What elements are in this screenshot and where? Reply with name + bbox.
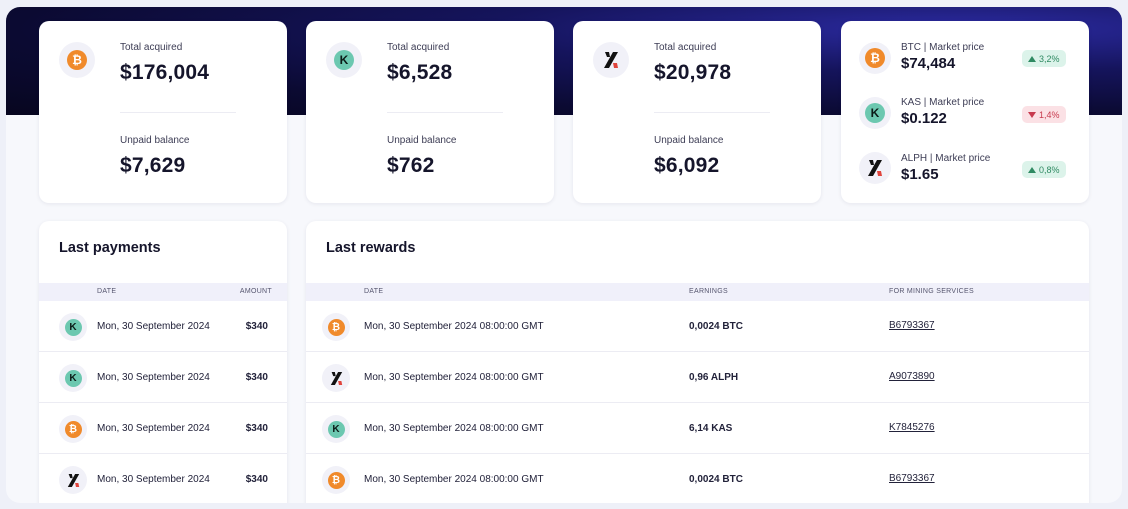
kas-change-badge: 1,4% — [1022, 106, 1066, 123]
reward-date: Mon, 30 September 2024 08:00:00 GMT — [364, 474, 544, 485]
unpaid-balance-value: $7,629 — [120, 154, 186, 177]
bitcoin-icon: ₿ — [59, 42, 95, 78]
kas-market-label: KAS | Market price — [901, 97, 985, 108]
kaspa-icon: K — [59, 313, 87, 341]
alephium-icon — [59, 466, 87, 494]
alephium-icon — [859, 152, 891, 184]
total-acquired-label: Total acquired — [120, 42, 183, 53]
table-row[interactable]: Mon, 30 September 2024 08:00:00 GMT 0,96… — [306, 352, 1089, 403]
reward-date: Mon, 30 September 2024 08:00:00 GMT — [364, 372, 544, 383]
last-rewards-panel: Last rewards DATE EARNINGS FOR MINING SE… — [306, 221, 1089, 503]
alph-change-value: 0,8% — [1039, 164, 1060, 175]
kaspa-icon: K — [59, 364, 87, 392]
arrow-up-icon — [1028, 55, 1036, 62]
table-row[interactable]: K Mon, 30 September 2024 $340 — [39, 352, 287, 403]
table-row[interactable]: ₿ Mon, 30 September 2024 08:00:00 GMT 0,… — [306, 454, 1089, 503]
stat-card-kas: K Total acquired $6,528 Unpaid balance $… — [306, 21, 554, 203]
table-row[interactable]: ₿ Mon, 30 September 2024 $340 — [39, 403, 287, 454]
alph-market-label: ALPH | Market price — [901, 153, 991, 164]
column-date: DATE — [97, 288, 117, 295]
payments-table-header: DATE AMOUNT — [39, 283, 287, 301]
total-acquired-value: $176,004 — [120, 61, 210, 84]
payment-amount: $340 — [245, 321, 268, 332]
bitcoin-icon: ₿ — [59, 415, 87, 443]
divider — [387, 112, 503, 113]
alephium-icon — [593, 42, 629, 78]
mining-service-link[interactable]: B6793367 — [889, 473, 935, 484]
payment-date: Mon, 30 September 2024 — [97, 321, 210, 332]
dashboard-frame: ₿ Total acquired $176,004 Unpaid balance… — [6, 7, 1122, 503]
table-row[interactable]: ₿ Mon, 30 September 2024 08:00:00 GMT 0,… — [306, 301, 1089, 352]
table-row[interactable]: K Mon, 30 September 2024 08:00:00 GMT 6,… — [306, 403, 1089, 454]
reward-earnings: 0,0024 BTC — [689, 474, 743, 485]
panel-title: Last payments — [59, 240, 161, 256]
payment-date: Mon, 30 September 2024 — [97, 372, 210, 383]
column-amount: AMOUNT — [239, 288, 272, 295]
divider — [654, 112, 770, 113]
payment-amount: $340 — [245, 423, 268, 434]
rewards-table-header: DATE EARNINGS FOR MINING SERVICES — [306, 283, 1089, 301]
payment-amount: $340 — [245, 474, 268, 485]
payment-date: Mon, 30 September 2024 — [97, 423, 210, 434]
kas-change-value: 1,4% — [1039, 109, 1060, 120]
reward-earnings: 0,96 ALPH — [689, 372, 739, 383]
table-row[interactable]: K Mon, 30 September 2024 $340 — [39, 301, 287, 352]
column-earnings: EARNINGS — [689, 288, 728, 295]
reward-date: Mon, 30 September 2024 08:00:00 GMT — [364, 423, 544, 434]
column-mining-services: FOR MINING SERVICES — [889, 288, 974, 295]
kaspa-icon: K — [322, 415, 350, 443]
btc-change-badge: 3,2% — [1022, 50, 1066, 67]
payment-date: Mon, 30 September 2024 — [97, 474, 210, 485]
divider — [120, 112, 236, 113]
unpaid-balance-value: $762 — [387, 154, 435, 177]
mining-service-link[interactable]: B6793367 — [889, 320, 935, 331]
payment-amount: $340 — [245, 372, 268, 383]
kas-market-price: $0.122 — [901, 110, 947, 127]
btc-change-value: 3,2% — [1039, 53, 1060, 64]
total-acquired-value: $20,978 — [654, 61, 732, 84]
table-row[interactable]: Mon, 30 September 2024 $340 — [39, 454, 287, 503]
reward-date: Mon, 30 September 2024 08:00:00 GMT — [364, 321, 544, 332]
bitcoin-icon: ₿ — [859, 42, 891, 74]
bitcoin-icon: ₿ — [322, 313, 350, 341]
arrow-up-icon — [1028, 166, 1036, 173]
last-payments-panel: Last payments DATE AMOUNT K Mon, 30 Sept… — [39, 221, 287, 503]
column-date: DATE — [364, 288, 384, 295]
stat-card-alph: Total acquired $20,978 Unpaid balance $6… — [573, 21, 821, 203]
stat-card-btc: ₿ Total acquired $176,004 Unpaid balance… — [39, 21, 287, 203]
unpaid-balance-label: Unpaid balance — [120, 135, 190, 146]
reward-earnings: 0,0024 BTC — [689, 321, 743, 332]
kaspa-icon: K — [859, 97, 891, 129]
kaspa-icon: K — [326, 42, 362, 78]
btc-market-label: BTC | Market price — [901, 42, 985, 53]
btc-market-price: $74,484 — [901, 55, 956, 72]
alph-change-badge: 0,8% — [1022, 161, 1066, 178]
total-acquired-label: Total acquired — [654, 42, 717, 53]
total-acquired-value: $6,528 — [387, 61, 453, 84]
arrow-down-icon — [1028, 111, 1036, 118]
unpaid-balance-value: $6,092 — [654, 154, 720, 177]
alephium-icon — [322, 364, 350, 392]
market-price-card: ₿ BTC | Market price $74,484 3,2% K KAS … — [841, 21, 1089, 203]
unpaid-balance-label: Unpaid balance — [387, 135, 457, 146]
panel-title: Last rewards — [326, 240, 416, 256]
mining-service-link[interactable]: A9073890 — [889, 371, 935, 382]
unpaid-balance-label: Unpaid balance — [654, 135, 724, 146]
total-acquired-label: Total acquired — [387, 42, 450, 53]
reward-earnings: 6,14 KAS — [689, 423, 733, 434]
mining-service-link[interactable]: K7845276 — [889, 422, 935, 433]
alph-market-price: $1.65 — [901, 166, 939, 183]
bitcoin-icon: ₿ — [322, 466, 350, 494]
